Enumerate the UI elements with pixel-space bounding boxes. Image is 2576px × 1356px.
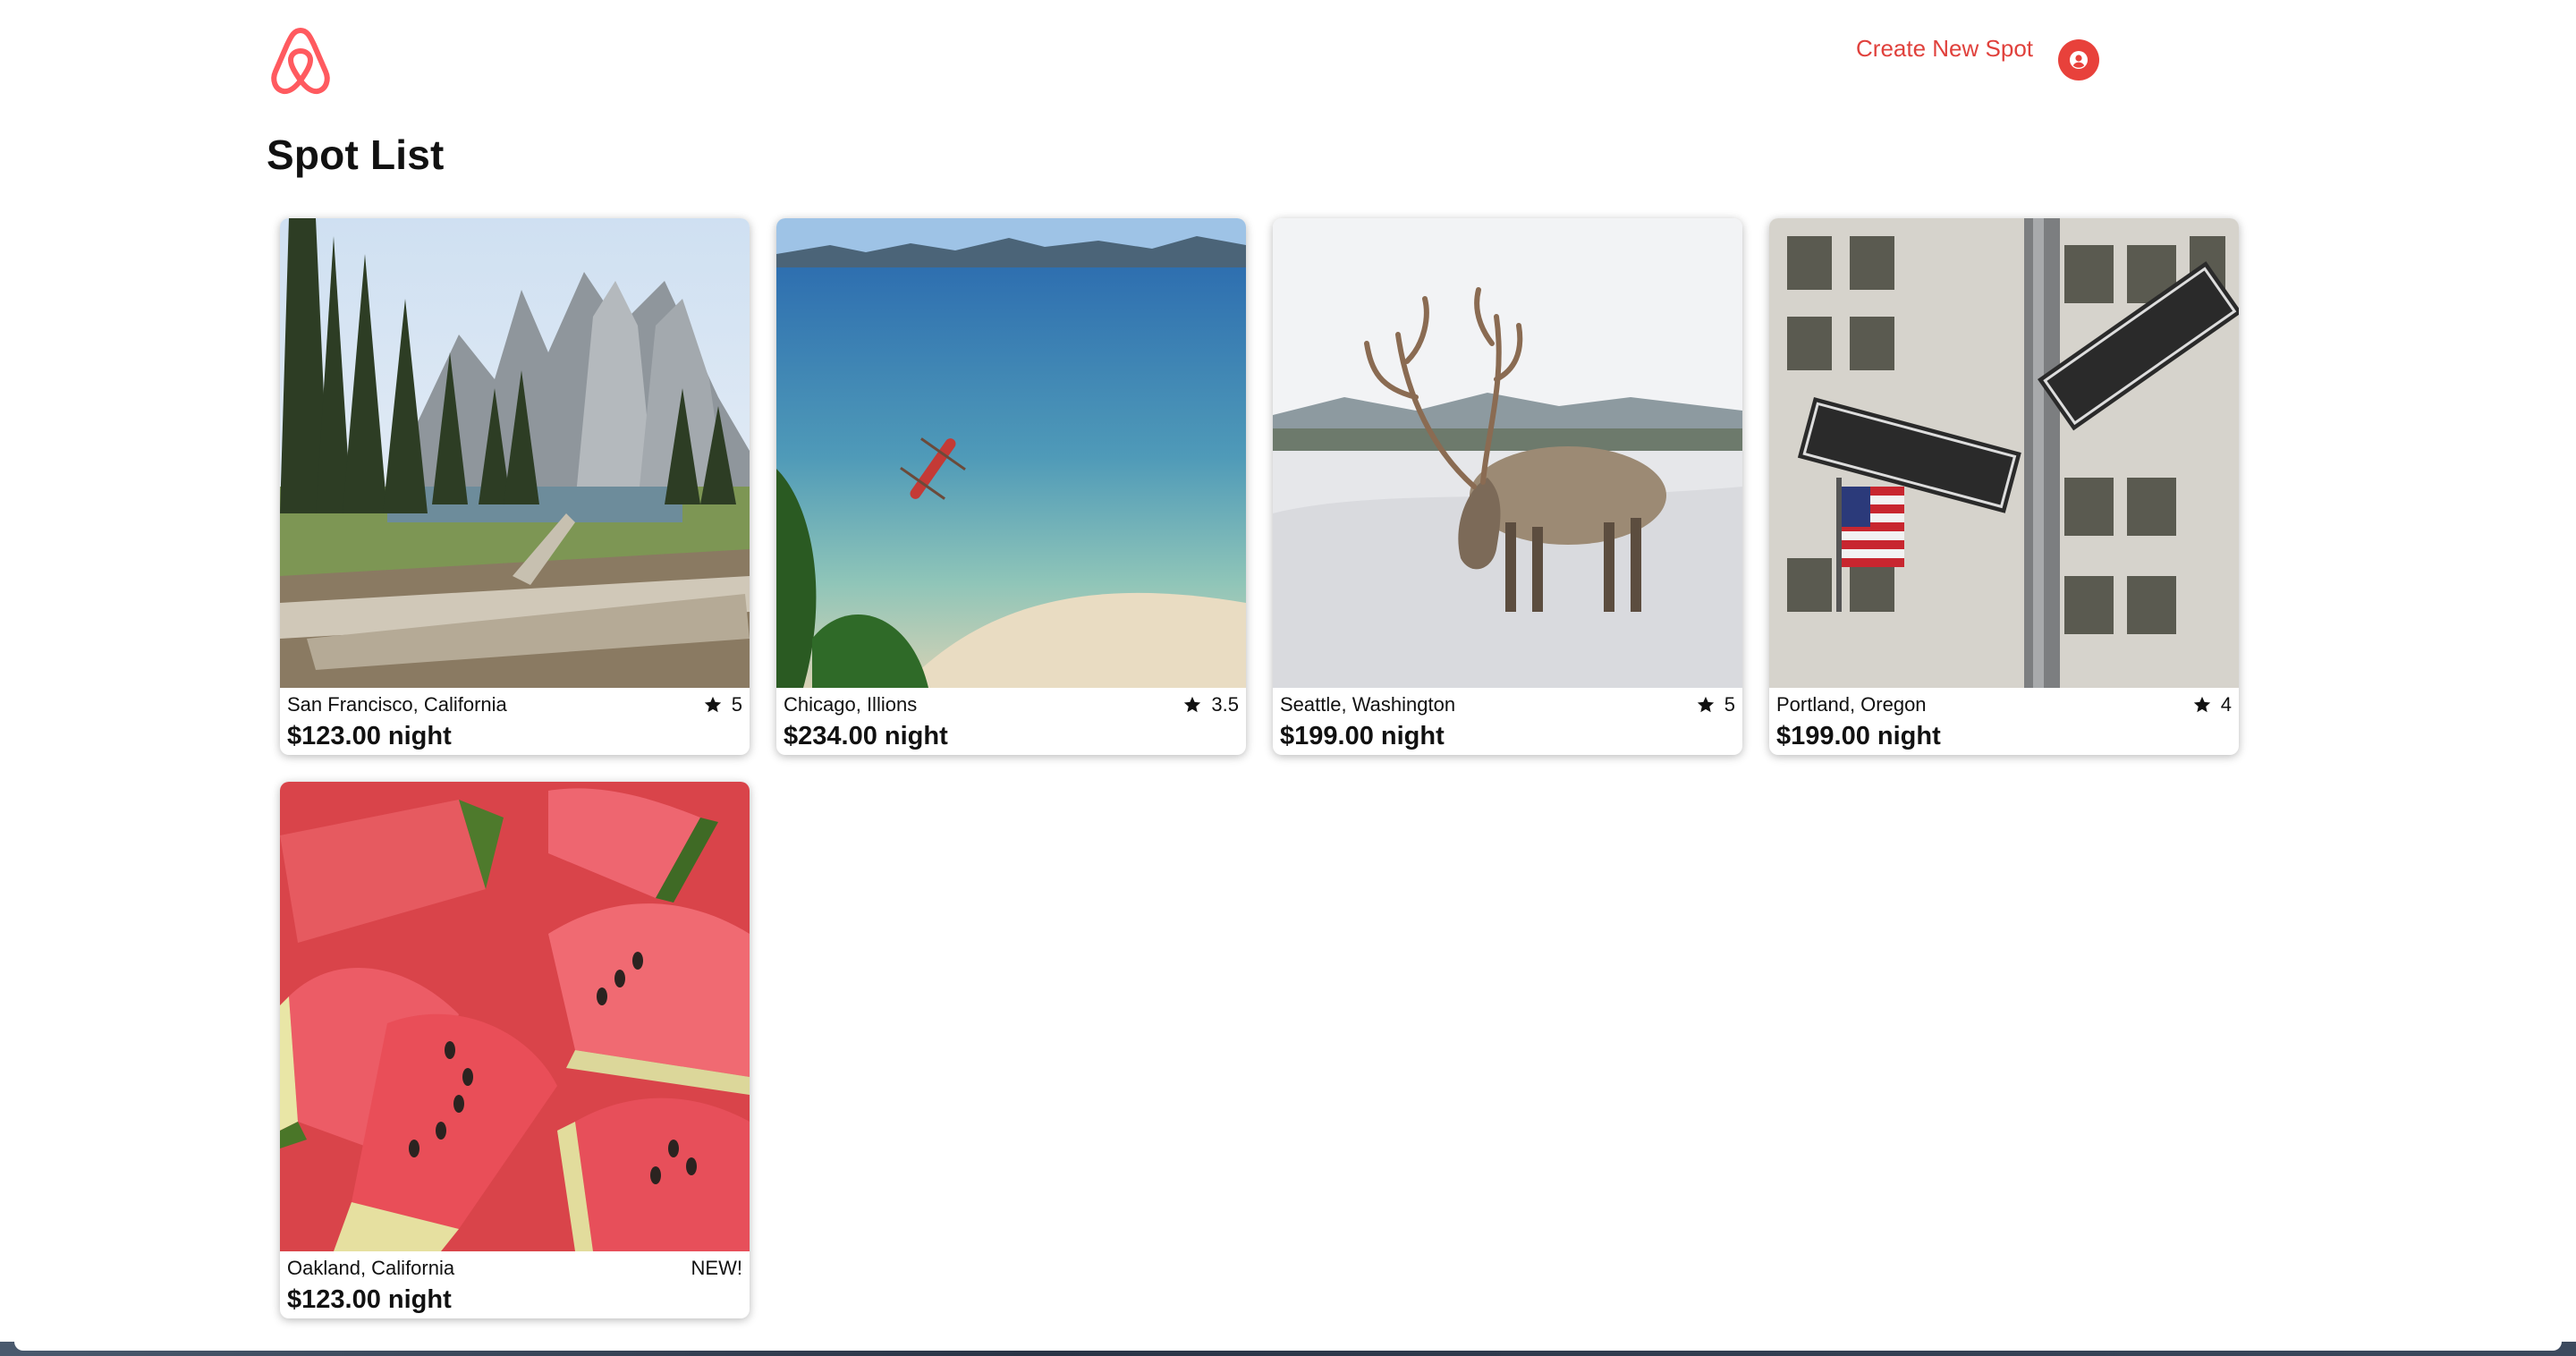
spot-card[interactable]: Seattle, Washington 5 $199.00 night: [1273, 218, 1742, 755]
spot-card[interactable]: San Francisco, California 5 $123.00 nigh…: [280, 218, 750, 755]
profile-menu-button[interactable]: [2058, 39, 2099, 81]
spot-location: Chicago, Illions: [784, 693, 918, 716]
spot-image[interactable]: [1769, 218, 2239, 688]
spot-rating: 4: [2192, 693, 2232, 716]
spot-rating-value: 4: [2220, 693, 2232, 716]
spot-card[interactable]: Portland, Oregon 4 $199.00 night: [1769, 218, 2239, 755]
window-bottom-edge-inner: [14, 1342, 2562, 1351]
star-icon: [1184, 696, 1201, 713]
create-new-spot-link[interactable]: Create New Spot: [1856, 30, 2033, 66]
spot-image[interactable]: [280, 782, 750, 1251]
star-icon: [2193, 696, 2210, 713]
spot-new-badge: NEW!: [691, 1257, 742, 1279]
window-bottom-edge: [0, 1342, 2576, 1356]
spot-price: $123.00 night: [287, 1285, 452, 1314]
spot-rating-value: 5: [731, 693, 742, 716]
spot-location: San Francisco, California: [287, 693, 507, 716]
tropical-beach-image: [776, 218, 1246, 688]
spot-info: Oakland, California NEW! $123.00 night: [280, 1251, 750, 1318]
mountain-forest-image: [280, 218, 750, 688]
spot-rating: 3.5: [1182, 693, 1239, 716]
spot-rating-value: 3.5: [1211, 693, 1239, 716]
star-icon: [1697, 696, 1714, 713]
page-title: Spot List: [267, 131, 445, 178]
spot-info: San Francisco, California 5 $123.00 nigh…: [280, 688, 750, 755]
spot-rating: NEW!: [691, 1257, 742, 1280]
spot-list-page: Create New Spot Spot List San Francisco,…: [0, 0, 2576, 1356]
spot-image[interactable]: [1273, 218, 1742, 688]
spot-location: Oakland, California: [287, 1257, 455, 1279]
spot-info: Seattle, Washington 5 $199.00 night: [1273, 688, 1742, 755]
airbnb-logo-icon[interactable]: [267, 23, 335, 97]
spot-price: $234.00 night: [784, 722, 948, 750]
spot-info: Portland, Oregon 4 $199.00 night: [1769, 688, 2239, 755]
broadway-morris-street-sign-image: [1769, 218, 2239, 688]
header-actions: Create New Spot: [1856, 23, 2099, 81]
spot-rating: 5: [1696, 693, 1735, 716]
spot-image[interactable]: [776, 218, 1246, 688]
watermelon-slices-image: [280, 782, 750, 1251]
spot-rating: 5: [703, 693, 742, 716]
spot-grid: San Francisco, California 5 $123.00 nigh…: [280, 218, 2239, 1318]
user-circle-icon: [2070, 51, 2088, 69]
spot-price: $199.00 night: [1280, 722, 1445, 750]
spot-info: Chicago, Illions 3.5 $234.00 night: [776, 688, 1246, 755]
spot-price: $123.00 night: [287, 722, 452, 750]
spot-image[interactable]: [280, 218, 750, 688]
spot-location: Portland, Oregon: [1776, 693, 1927, 716]
spot-price: $199.00 night: [1776, 722, 1941, 750]
spot-card[interactable]: Chicago, Illions 3.5 $234.00 night: [776, 218, 1246, 755]
reindeer-snow-image: [1273, 218, 1742, 688]
star-icon: [704, 696, 721, 713]
spot-card[interactable]: Oakland, California NEW! $123.00 night: [280, 782, 750, 1318]
spot-location: Seattle, Washington: [1280, 693, 1456, 716]
spot-rating-value: 5: [1724, 693, 1735, 716]
